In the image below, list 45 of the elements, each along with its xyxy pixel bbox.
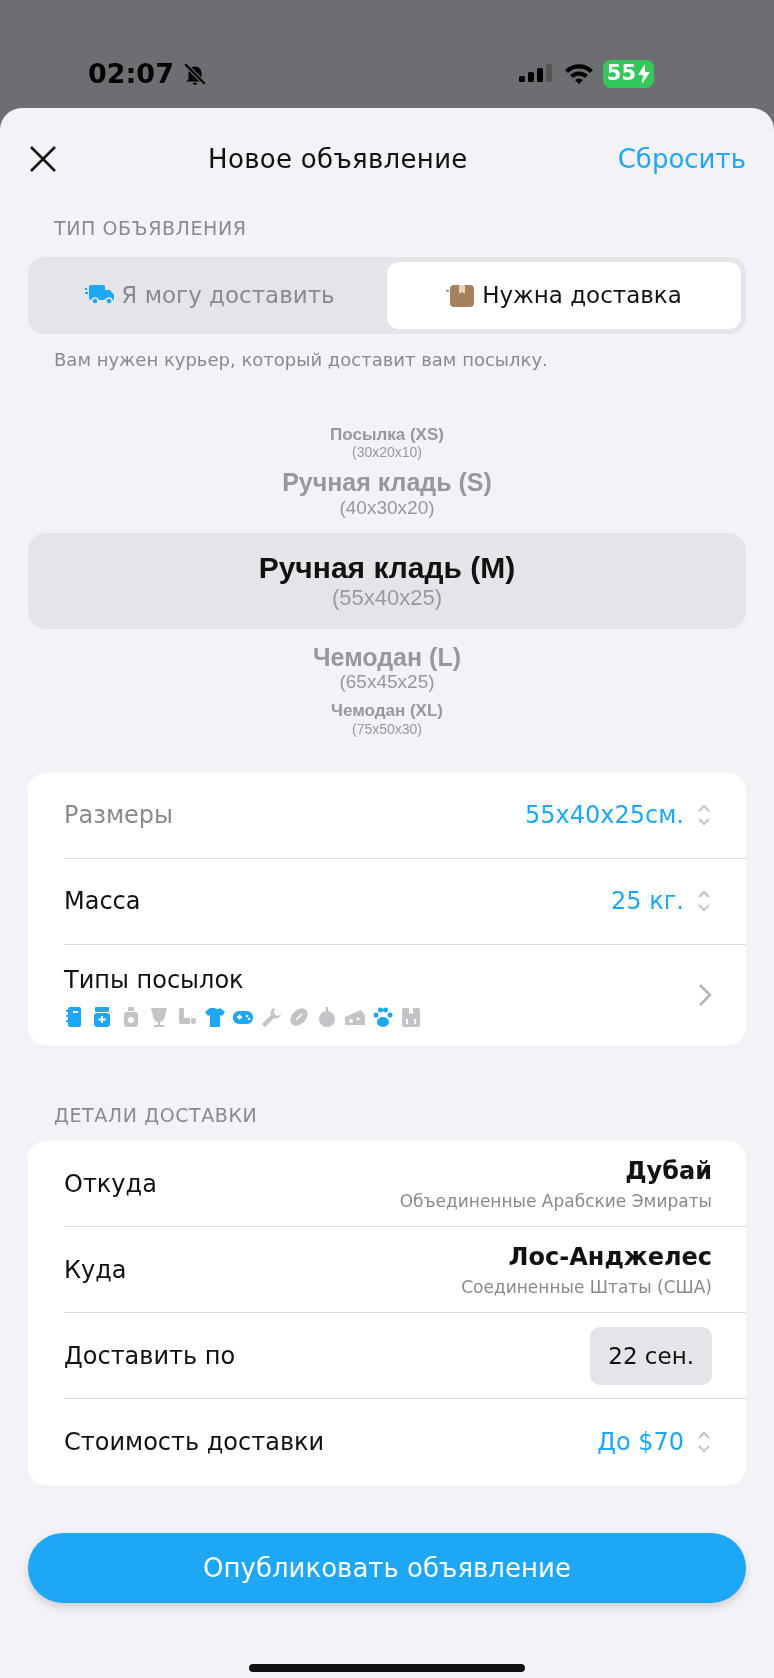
size-option-name: Посылка (XS) <box>330 424 444 445</box>
up-down-chevron-icon[interactable] <box>696 803 712 828</box>
screen-title: Новое объявление <box>208 142 468 176</box>
size-picker[interactable]: Посылка (XS) (30x20x10) Ручная кладь (S) (40x30x20) Ручная кладь (M) (55x40x25) Чемодан (L) (65x45x25) Чемодан (XL) (75x50x30) <box>28 422 746 739</box>
stepper-value[interactable]: До $70 <box>597 1424 684 1461</box>
row-label: Стоимость доставки <box>64 1427 325 1459</box>
tab-label: Я могу доставить <box>121 280 335 310</box>
helper-text: Вам нужен курьер, который доставит вам посылку. <box>53 347 549 372</box>
reset-button[interactable]: Сбросить <box>617 139 774 179</box>
row-label: Куда <box>64 1254 127 1286</box>
publish-button[interactable]: Опубликовать объявление <box>28 1533 746 1604</box>
segment-tab[interactable]: Я могу доставить <box>33 261 387 329</box>
charging-bolt-icon <box>638 64 650 84</box>
size-option-name: Ручная кладь (M) <box>258 550 516 586</box>
stepper-value[interactable]: 25 кг. <box>611 883 684 920</box>
battery-level: 55 <box>606 60 636 88</box>
size-option-dims: (75x50x30) <box>351 720 422 737</box>
row-label: Размеры <box>64 800 173 832</box>
size-option-dims: (65x45x25) <box>339 671 435 694</box>
chevron-right-icon[interactable] <box>698 982 712 1007</box>
bell-slash-icon <box>181 61 208 87</box>
up-down-chevron-icon[interactable] <box>696 1430 712 1455</box>
size-option-name: Чемодан (L) <box>313 642 461 672</box>
country-text: Объединенные Арабские Эмираты <box>399 1190 712 1213</box>
size-option-dims: (55x40x25) <box>331 585 443 611</box>
up-down-chevron-icon[interactable] <box>696 889 712 914</box>
size-option-name: Чемодан (XL) <box>331 701 443 721</box>
city-value[interactable]: Лос-Анджелес <box>461 1239 712 1275</box>
section-label: ТИП ОБЪЯВЛЕНИЯ <box>53 216 248 241</box>
segment-tab[interactable]: Нужна доставка <box>387 261 741 329</box>
size-option-name: Ручная кладь (S) <box>282 468 492 497</box>
size-option-dims: (30x20x10) <box>351 444 422 461</box>
status-time: 02:07 <box>88 56 174 91</box>
country-text: Соединенные Штаты (США) <box>461 1276 712 1299</box>
row-label: Доставить по <box>64 1340 236 1372</box>
city-value[interactable]: Дубай <box>399 1153 712 1189</box>
section-label: ДЕТАЛИ ДОСТАВКИ <box>53 1102 259 1128</box>
row-label: Типы посылок <box>64 964 245 996</box>
row-label: Масса <box>64 886 141 918</box>
row-label: Откуда <box>64 1168 157 1200</box>
size-option-dims: (40x30x20) <box>339 496 435 519</box>
tab-label: Нужна доставка <box>482 280 682 310</box>
close-button[interactable] <box>28 144 58 174</box>
date-button[interactable]: 22 сен. <box>590 1326 712 1385</box>
box-icon <box>446 282 477 308</box>
